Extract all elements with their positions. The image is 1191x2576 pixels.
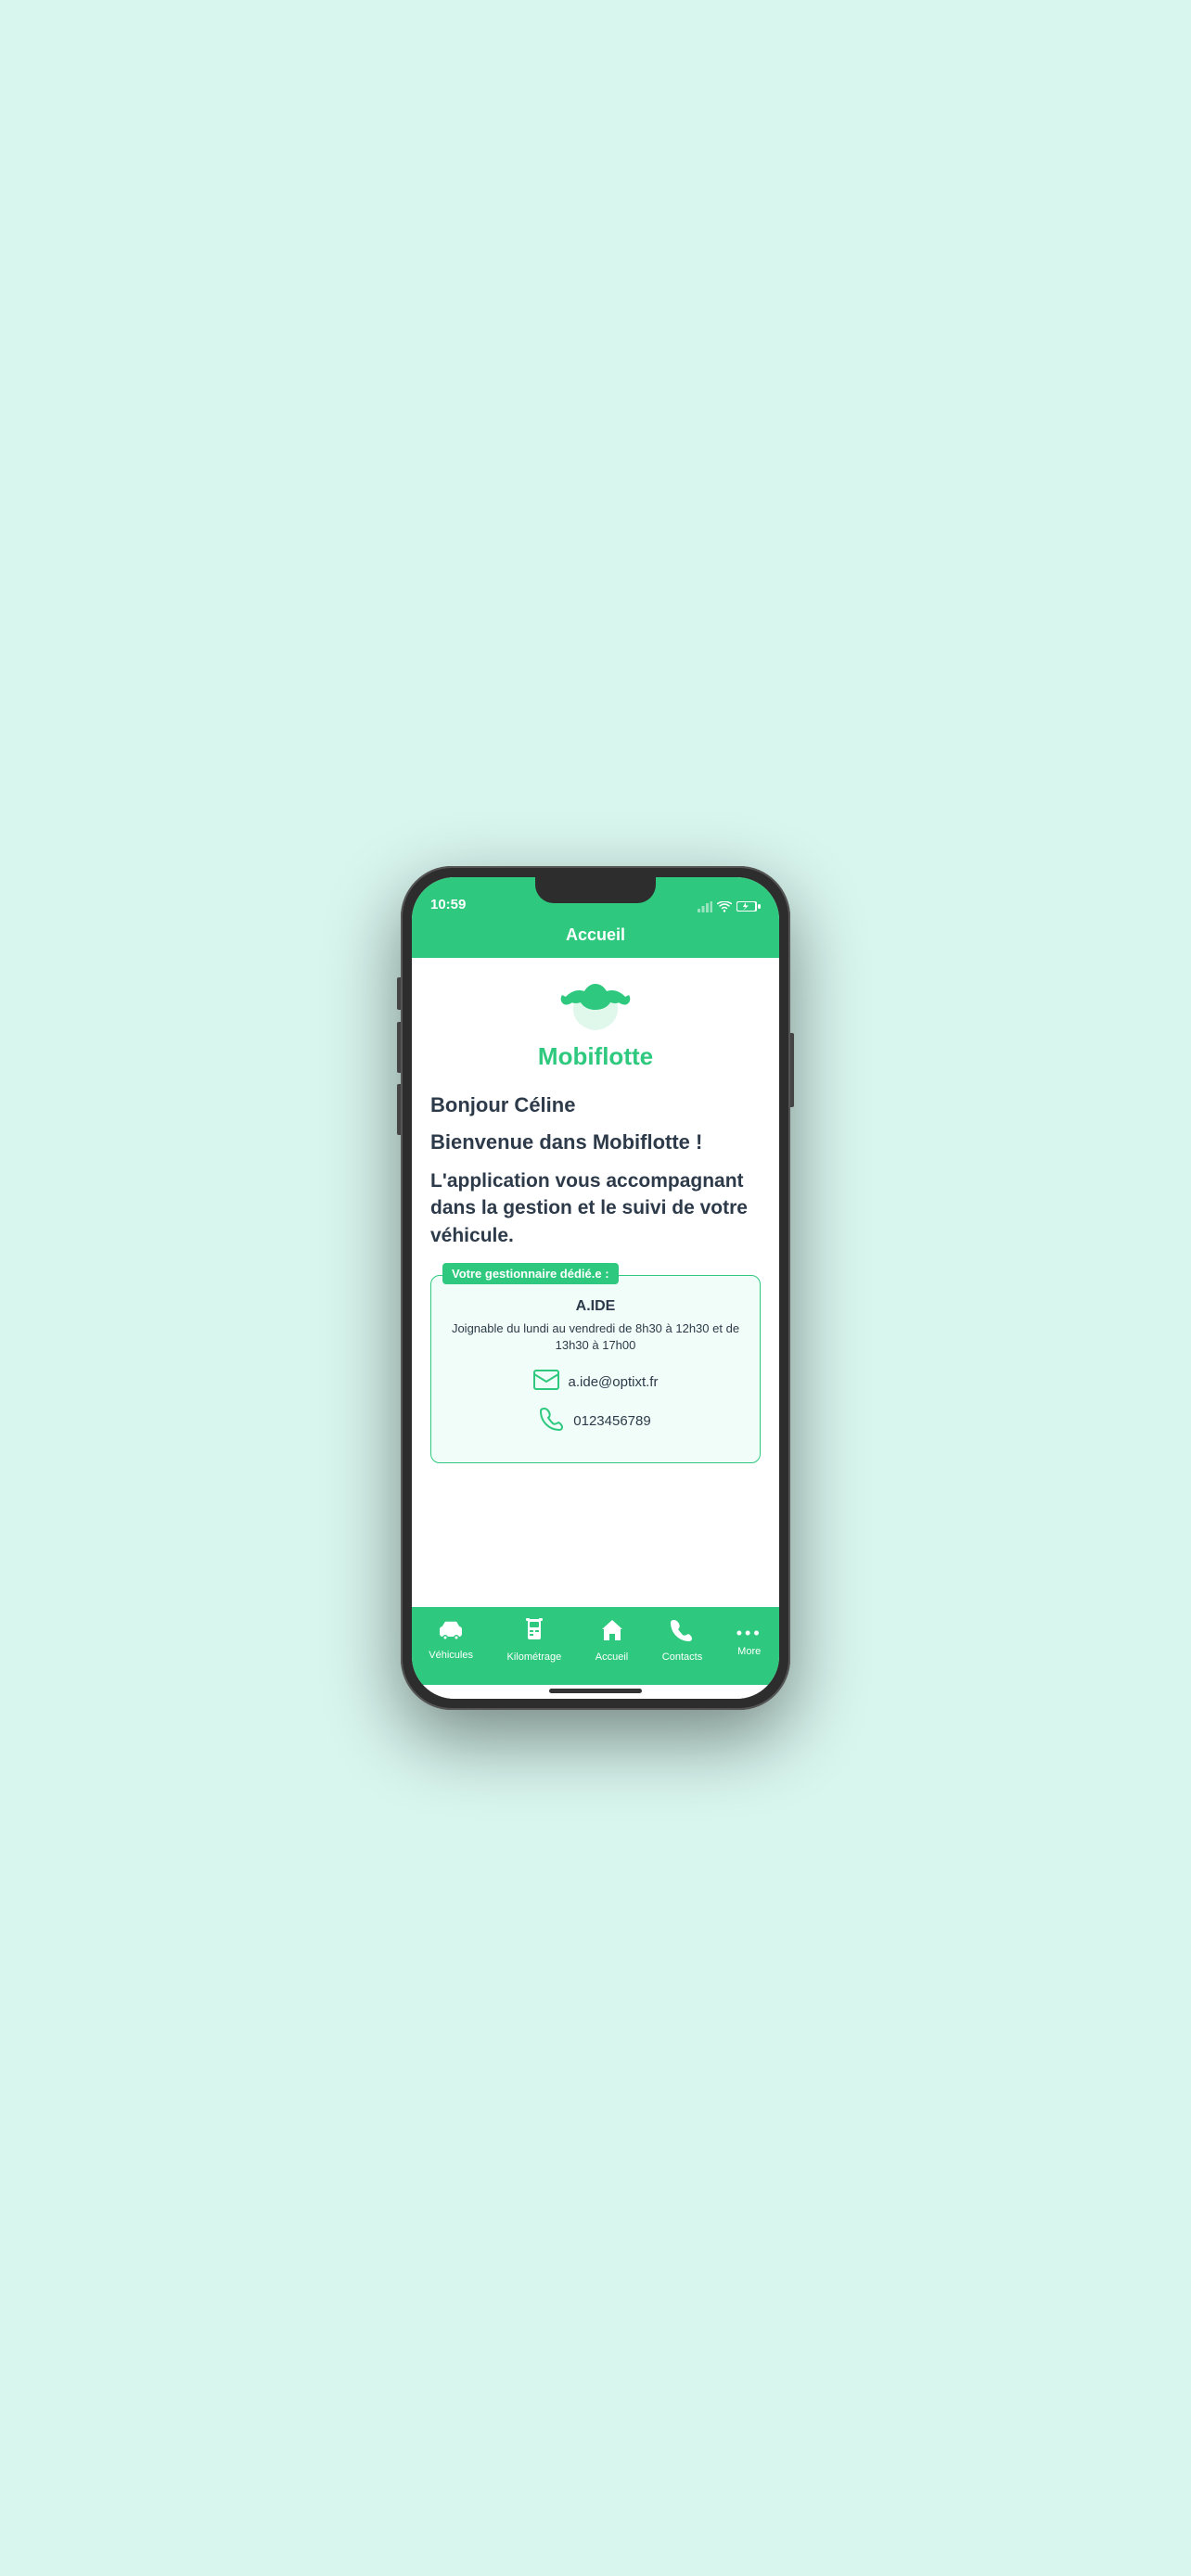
notch bbox=[535, 877, 656, 903]
nav-label-vehicules: Véhicules bbox=[429, 1650, 473, 1661]
nav-item-contacts[interactable]: Contacts bbox=[655, 1614, 710, 1666]
app-header: Accueil bbox=[412, 918, 779, 958]
manager-phone: 0123456789 bbox=[573, 1413, 650, 1429]
bottom-navigation: Véhicules Kilométrage bbox=[412, 1607, 779, 1685]
manager-label: Votre gestionnaire dédié.e : bbox=[442, 1263, 619, 1284]
phone-screen: 10:59 bbox=[412, 877, 779, 1699]
manager-card: Votre gestionnaire dédié.e : A.IDE Joign… bbox=[430, 1275, 761, 1462]
nav-label-more: More bbox=[737, 1646, 761, 1657]
nav-item-vehicules[interactable]: Véhicules bbox=[421, 1616, 480, 1664]
manager-email: a.ide@optixt.fr bbox=[569, 1374, 659, 1390]
side-button-power bbox=[790, 1033, 794, 1107]
home-indicator bbox=[549, 1689, 642, 1693]
main-content: Mobiflotte Bonjour Céline Bienvenue dans… bbox=[412, 958, 779, 1607]
phone-frame: 10:59 bbox=[401, 866, 790, 1710]
welcome-text: Bienvenue dans Mobiflotte ! bbox=[430, 1130, 761, 1154]
status-icons bbox=[698, 900, 761, 912]
logo-text: Mobiflotte bbox=[538, 1042, 653, 1071]
battery-icon bbox=[736, 900, 761, 912]
more-icon: ••• bbox=[736, 1624, 762, 1643]
status-time: 10:59 bbox=[430, 897, 466, 912]
header-title: Accueil bbox=[566, 925, 625, 944]
phone-icon bbox=[540, 1407, 564, 1436]
nav-item-kilometrage[interactable]: Kilométrage bbox=[500, 1614, 570, 1666]
vehicules-icon bbox=[438, 1620, 464, 1647]
nav-label-kilometrage: Kilométrage bbox=[507, 1651, 562, 1663]
nav-item-accueil[interactable]: Accueil bbox=[588, 1614, 635, 1666]
side-button-mute bbox=[397, 977, 401, 1010]
mobiflotte-logo-icon bbox=[558, 980, 633, 1039]
accueil-icon bbox=[600, 1618, 624, 1649]
logo-area: Mobiflotte bbox=[430, 980, 761, 1071]
manager-phone-row[interactable]: 0123456789 bbox=[446, 1407, 745, 1436]
kilometrage-icon bbox=[523, 1618, 545, 1649]
description-text: L'application vous accompagnant dans la … bbox=[430, 1167, 761, 1249]
nav-label-contacts: Contacts bbox=[662, 1651, 702, 1663]
email-icon bbox=[533, 1370, 559, 1396]
home-indicator-area bbox=[412, 1685, 779, 1699]
manager-hours: Joignable du lundi au vendredi de 8h30 à… bbox=[446, 1320, 745, 1354]
wifi-icon bbox=[717, 901, 732, 912]
signal-icon bbox=[698, 901, 712, 912]
greeting-text: Bonjour Céline bbox=[430, 1093, 761, 1117]
nav-label-accueil: Accueil bbox=[596, 1651, 628, 1663]
side-button-volume-down bbox=[397, 1084, 401, 1135]
side-button-volume-up bbox=[397, 1022, 401, 1073]
manager-name: A.IDE bbox=[446, 1298, 745, 1315]
nav-item-more[interactable]: ••• More bbox=[729, 1620, 770, 1661]
manager-email-row[interactable]: a.ide@optixt.fr bbox=[446, 1370, 745, 1396]
contacts-icon bbox=[670, 1618, 694, 1649]
